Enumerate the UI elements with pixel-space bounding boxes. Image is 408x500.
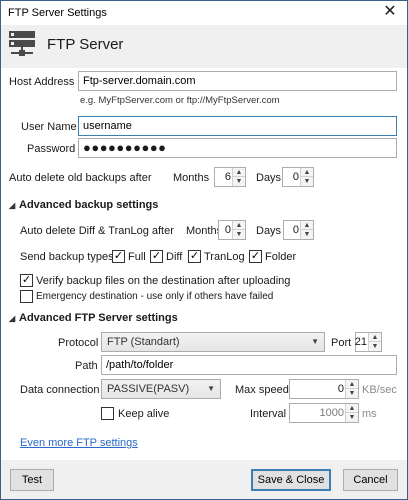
advanced-backup-header[interactable]: ◢ Advanced backup settings <box>9 199 158 211</box>
cancel-button[interactable]: Cancel <box>343 469 398 491</box>
settings-body: Host Address e.g. MyFtpServer.com or ftp… <box>1 68 407 460</box>
full-label: Full <box>128 251 146 263</box>
months-value: 6 <box>224 171 231 183</box>
port-label: Port <box>331 337 352 349</box>
keep-alive-checkbox[interactable] <box>101 407 114 420</box>
up-arrow-icon[interactable]: ▲ <box>369 333 381 342</box>
data-connection-value: PASSIVE(PASV) <box>107 383 190 395</box>
diff-months-stepper[interactable]: 0 ▲ ▼ <box>218 220 246 240</box>
settings-window: FTP Server Settings ✕ FTP Server Host Ad… <box>0 0 408 500</box>
folder-checkbox[interactable]: ✓ <box>249 250 262 263</box>
up-arrow-icon[interactable]: ▲ <box>301 221 313 230</box>
keep-alive-label: Keep alive <box>118 408 170 420</box>
tranlog-checkbox[interactable]: ✓ <box>188 250 201 263</box>
interval-label: Interval <box>250 408 287 420</box>
diff-days-stepper[interactable]: 0 ▲ ▼ <box>283 220 314 240</box>
protocol-select[interactable]: FTP (Standart) ▼ <box>101 332 325 352</box>
months-stepper[interactable]: 6 ▲ ▼ <box>214 167 246 187</box>
protocol-label: Protocol <box>58 337 99 349</box>
emergency-label: Emergency destination - use only if othe… <box>36 291 274 302</box>
days-value: 0 <box>292 171 299 183</box>
diff-days-value: 0 <box>292 224 299 236</box>
down-arrow-icon[interactable]: ▼ <box>301 177 313 186</box>
days-label: Days <box>256 172 282 184</box>
data-connection-label: Data connection <box>20 384 100 396</box>
collapse-triangle-icon: ◢ <box>9 201 16 210</box>
advanced-ftp-header[interactable]: ◢ Advanced FTP Server settings <box>9 312 178 324</box>
window-title: FTP Server Settings <box>8 7 107 19</box>
header-title: FTP Server <box>47 36 124 53</box>
diff-checkbox[interactable]: ✓ <box>150 250 163 263</box>
send-types-label: Send backup types <box>20 251 114 263</box>
months-label: Months <box>173 172 210 184</box>
up-arrow-icon[interactable]: ▲ <box>301 168 313 177</box>
diff-months-label: Months <box>186 225 223 237</box>
verify-label: Verify backup files on the destination a… <box>36 275 291 287</box>
diff-months-value: 0 <box>224 224 231 236</box>
data-connection-select[interactable]: PASSIVE(PASV) ▼ <box>101 379 221 399</box>
up-arrow-icon[interactable]: ▲ <box>233 221 245 230</box>
host-label: Host Address <box>9 76 75 88</box>
server-icon <box>9 31 35 56</box>
down-arrow-icon[interactable]: ▼ <box>369 342 381 351</box>
diff-delete-label: Auto delete Diff & TranLog after <box>20 225 174 237</box>
interval-unit: ms <box>362 408 377 420</box>
down-arrow-icon[interactable]: ▼ <box>233 230 245 239</box>
full-checkbox[interactable]: ✓ <box>112 250 125 263</box>
max-speed-stepper[interactable]: 0 ▲ ▼ <box>289 379 359 399</box>
interval-value: 1000 <box>319 407 344 419</box>
max-speed-unit: KB/sec <box>362 384 397 396</box>
user-label: User Name <box>21 121 77 133</box>
chevron-down-icon: ▼ <box>311 337 319 346</box>
chevron-down-icon: ▼ <box>207 384 215 393</box>
close-icon[interactable]: ✕ <box>381 3 399 21</box>
save-close-button[interactable]: Save & Close <box>251 469 331 491</box>
down-arrow-icon[interactable]: ▼ <box>233 177 245 186</box>
down-arrow-icon[interactable]: ▼ <box>346 413 358 422</box>
down-arrow-icon[interactable]: ▼ <box>301 230 313 239</box>
protocol-value: FTP (Standart) <box>107 336 180 348</box>
footer: Test Save & Close Cancel <box>1 460 407 499</box>
password-label: Password <box>27 143 76 155</box>
tranlog-label: TranLog <box>204 251 245 263</box>
down-arrow-icon[interactable]: ▼ <box>346 389 358 398</box>
path-input[interactable] <box>101 355 397 375</box>
days-stepper[interactable]: 0 ▲ ▼ <box>282 167 314 187</box>
header: FTP Server <box>1 25 407 68</box>
max-speed-value: 0 <box>337 383 344 395</box>
verify-checkbox[interactable]: ✓ <box>20 274 33 287</box>
host-hint: e.g. MyFtpServer.com or ftp://MyFtpServe… <box>80 95 280 106</box>
folder-label: Folder <box>265 251 297 263</box>
up-arrow-icon[interactable]: ▲ <box>346 404 358 413</box>
diff-days-label: Days <box>256 225 282 237</box>
section-title: Advanced backup settings <box>19 199 159 211</box>
host-input[interactable] <box>78 71 397 91</box>
diff-label: Diff <box>166 251 183 263</box>
title-bar: FTP Server Settings ✕ <box>1 1 407 25</box>
collapse-triangle-icon: ◢ <box>9 314 16 323</box>
auto-delete-label: Auto delete old backups after <box>9 172 152 184</box>
port-value: 21 <box>354 336 367 348</box>
up-arrow-icon[interactable]: ▲ <box>346 380 358 389</box>
test-button[interactable]: Test <box>10 469 54 491</box>
password-input[interactable]: ●●●●●●●●●● <box>78 138 397 158</box>
section-title: Advanced FTP Server settings <box>19 312 178 324</box>
username-input[interactable] <box>78 116 397 136</box>
path-label: Path <box>75 360 98 372</box>
emergency-checkbox[interactable] <box>20 290 33 303</box>
port-stepper[interactable]: 21 ▲ ▼ <box>355 332 382 352</box>
more-ftp-settings-link[interactable]: Even more FTP settings <box>20 437 138 449</box>
interval-stepper[interactable]: 1000 ▲ ▼ <box>289 403 359 423</box>
max-speed-label: Max speed <box>235 384 289 396</box>
up-arrow-icon[interactable]: ▲ <box>233 168 245 177</box>
